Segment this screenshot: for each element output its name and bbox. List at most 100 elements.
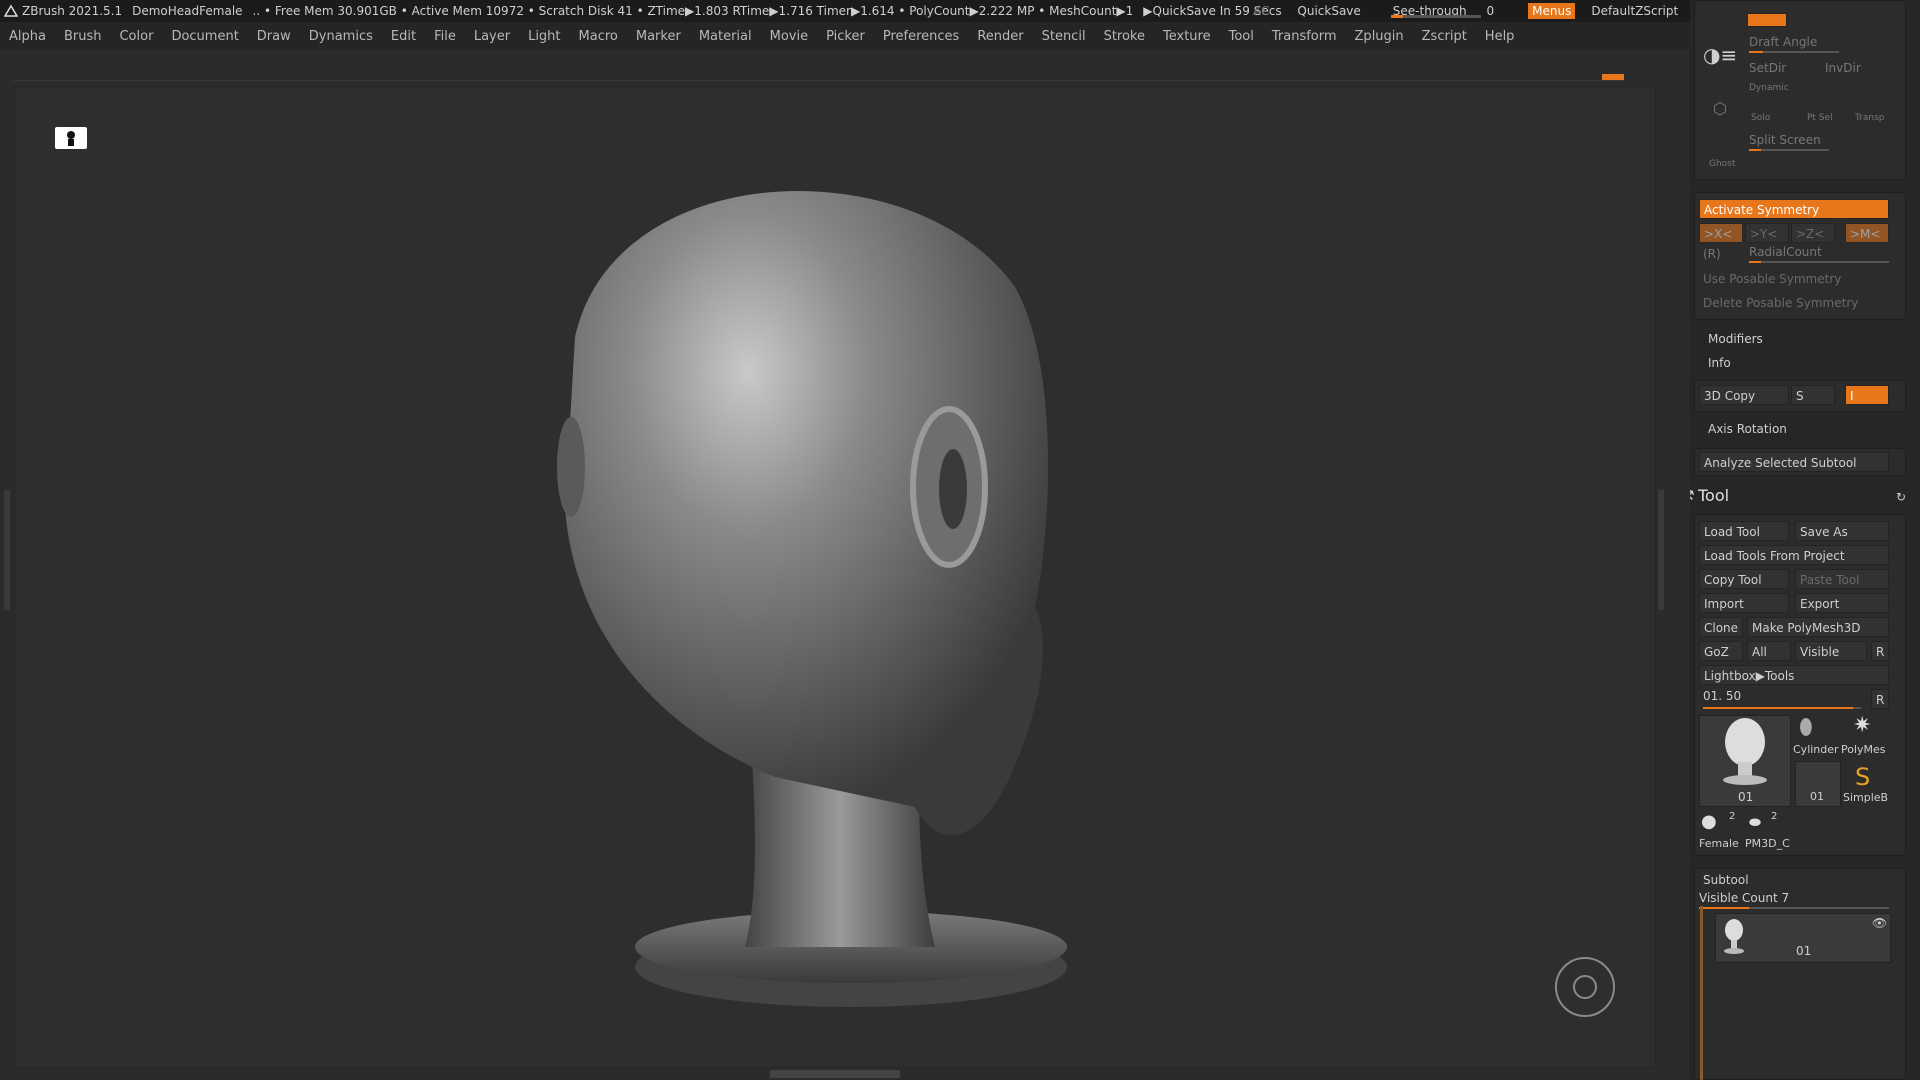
- goz-visible-button[interactable]: Visible: [1795, 641, 1867, 661]
- pm3d-thumb-label[interactable]: PM3D_C: [1745, 837, 1790, 850]
- save-as-button[interactable]: Save As: [1795, 521, 1889, 541]
- axis-rotation-section[interactable]: Axis Rotation: [1708, 422, 1787, 436]
- ptsel-button[interactable]: Pt Sel: [1807, 113, 1833, 123]
- modifiers-section[interactable]: Modifiers: [1708, 332, 1763, 346]
- menu-draw[interactable]: Draw: [248, 29, 300, 44]
- tool-refresh-icon[interactable]: ↻: [1896, 490, 1906, 504]
- menu-file[interactable]: File: [425, 29, 465, 44]
- 3d-copy-button[interactable]: 3D Copy: [1699, 385, 1789, 405]
- copy-s-button[interactable]: S: [1791, 385, 1835, 405]
- symmetry-y-button[interactable]: >Y<: [1745, 223, 1789, 243]
- menu-help[interactable]: Help: [1476, 29, 1524, 44]
- female-thumb-icon[interactable]: ●: [1701, 811, 1717, 832]
- subtool-item[interactable]: 👁 01: [1715, 913, 1891, 963]
- load-tools-from-project-button[interactable]: Load Tools From Project: [1699, 545, 1889, 565]
- menu-stroke[interactable]: Stroke: [1095, 29, 1154, 44]
- invdir-button[interactable]: InvDir: [1825, 61, 1861, 75]
- menu-zplugin[interactable]: Zplugin: [1346, 29, 1413, 44]
- paste-tool-button[interactable]: Paste Tool: [1795, 569, 1889, 589]
- tool-palette-pin-icon[interactable]: ⚒: [1690, 488, 1695, 504]
- make-polymesh3d-button[interactable]: Make PolyMesh3D: [1747, 617, 1889, 637]
- menus-button[interactable]: Menus: [1528, 3, 1576, 19]
- female-thumb-label[interactable]: Female: [1699, 837, 1739, 850]
- split-screen-slider[interactable]: [1749, 149, 1829, 151]
- menu-light[interactable]: Light: [519, 29, 569, 44]
- simpleb-thumb-label[interactable]: SimpleB: [1843, 791, 1888, 804]
- activate-symmetry-button[interactable]: Activate Symmetry: [1699, 199, 1889, 219]
- menu-stencil[interactable]: Stencil: [1033, 29, 1095, 44]
- info-section[interactable]: Info: [1708, 356, 1731, 370]
- timeline-ruler[interactable]: [14, 74, 1624, 81]
- bottom-tray-handle[interactable]: [770, 1070, 900, 1078]
- floor-icon[interactable]: ⬡: [1713, 99, 1727, 118]
- import-button[interactable]: Import: [1699, 593, 1789, 613]
- polymesh-thumb-label[interactable]: PolyMes: [1841, 743, 1886, 756]
- menu-picker[interactable]: Picker: [817, 29, 874, 44]
- default-zscript-button[interactable]: DefaultZScript: [1591, 4, 1678, 18]
- goz-r-button[interactable]: R: [1871, 641, 1889, 661]
- symmetry-m-button[interactable]: >M<: [1845, 223, 1889, 243]
- menu-macro[interactable]: Macro: [570, 29, 627, 44]
- cylinder-thumb-label[interactable]: Cylinder: [1793, 743, 1839, 756]
- export-button[interactable]: Export: [1795, 593, 1889, 613]
- transform-toggle[interactable]: [1747, 13, 1787, 27]
- symmetry-z-button[interactable]: >Z<: [1791, 223, 1835, 243]
- delete-posable-symmetry-button[interactable]: Delete Posable Symmetry: [1699, 293, 1889, 313]
- head-sculpt-model[interactable]: [15, 87, 1655, 1067]
- menu-material[interactable]: Material: [690, 29, 761, 44]
- document-canvas[interactable]: [14, 86, 1656, 1068]
- ghost-button[interactable]: Ghost: [1709, 159, 1735, 169]
- draft-angle-label[interactable]: Draft Angle: [1749, 35, 1817, 49]
- visible-count-label[interactable]: Visible Count 7: [1699, 891, 1789, 905]
- analyze-selected-subtool-button[interactable]: Analyze Selected Subtool: [1699, 452, 1889, 472]
- tool-thumb-small[interactable]: 01: [1795, 761, 1841, 807]
- pm3d-thumb-icon[interactable]: ⬬: [1749, 815, 1761, 831]
- menu-movie[interactable]: Movie: [761, 29, 817, 44]
- menu-edit[interactable]: Edit: [382, 29, 425, 44]
- tool-palette-title[interactable]: Tool: [1698, 486, 1729, 505]
- polymesh-star-icon[interactable]: ✷: [1853, 713, 1871, 738]
- left-tray-handle[interactable]: [4, 490, 10, 610]
- use-posable-symmetry-button[interactable]: Use Posable Symmetry: [1699, 269, 1889, 289]
- menu-marker[interactable]: Marker: [627, 29, 690, 44]
- menu-layer[interactable]: Layer: [465, 29, 519, 44]
- tool-slider-r-button[interactable]: R: [1871, 689, 1889, 709]
- draft-angle-slider[interactable]: [1749, 51, 1839, 53]
- menu-zscript[interactable]: Zscript: [1413, 29, 1476, 44]
- menu-color[interactable]: Color: [110, 29, 162, 44]
- timeline-marker[interactable]: [1602, 74, 1624, 80]
- goz-all-button[interactable]: All: [1747, 641, 1791, 661]
- menu-alpha[interactable]: Alpha: [0, 29, 55, 44]
- radial-count-slider[interactable]: [1749, 261, 1889, 263]
- menu-document[interactable]: Document: [162, 29, 247, 44]
- menu-preferences[interactable]: Preferences: [874, 29, 968, 44]
- goz-button[interactable]: GoZ: [1699, 641, 1743, 661]
- cylinder-thumb-icon[interactable]: ⬮: [1799, 715, 1813, 740]
- menu-tool[interactable]: Tool: [1220, 29, 1263, 44]
- copy-i-button[interactable]: I: [1845, 385, 1889, 405]
- see-through-slider[interactable]: See-through 0: [1389, 4, 1508, 18]
- lightbox-tools-button[interactable]: Lightbox▶Tools: [1699, 665, 1889, 685]
- transp-button[interactable]: Transp: [1855, 113, 1885, 123]
- solo-button[interactable]: Solo: [1751, 113, 1770, 123]
- simplebrush-icon[interactable]: S: [1855, 763, 1870, 791]
- menu-texture[interactable]: Texture: [1154, 29, 1220, 44]
- clone-button[interactable]: Clone: [1699, 617, 1743, 637]
- menu-render[interactable]: Render: [968, 29, 1032, 44]
- setdir-button[interactable]: SetDir: [1749, 61, 1786, 75]
- symmetry-x-button[interactable]: >X<: [1699, 223, 1743, 243]
- split-screen-button[interactable]: Split Screen: [1749, 133, 1821, 147]
- subtool-scrollbar[interactable]: [1700, 906, 1703, 1080]
- quicksave-button[interactable]: QuickSave: [1297, 4, 1360, 18]
- menu-brush[interactable]: Brush: [55, 29, 111, 44]
- subtool-section-title[interactable]: Subtool: [1703, 873, 1749, 887]
- right-tray-handle[interactable]: [1658, 490, 1664, 610]
- rotate-navigator-icon[interactable]: [1555, 957, 1615, 1017]
- perspective-icon[interactable]: ◑≡: [1703, 43, 1737, 67]
- menu-dynamics[interactable]: Dynamics: [300, 29, 382, 44]
- copy-tool-button[interactable]: Copy Tool: [1699, 569, 1789, 589]
- subtool-visibility-eye-icon[interactable]: 👁: [1872, 916, 1887, 930]
- tool-slider[interactable]: [1703, 707, 1861, 709]
- ac-label[interactable]: AC: [1253, 4, 1269, 18]
- visible-count-slider[interactable]: [1699, 907, 1889, 909]
